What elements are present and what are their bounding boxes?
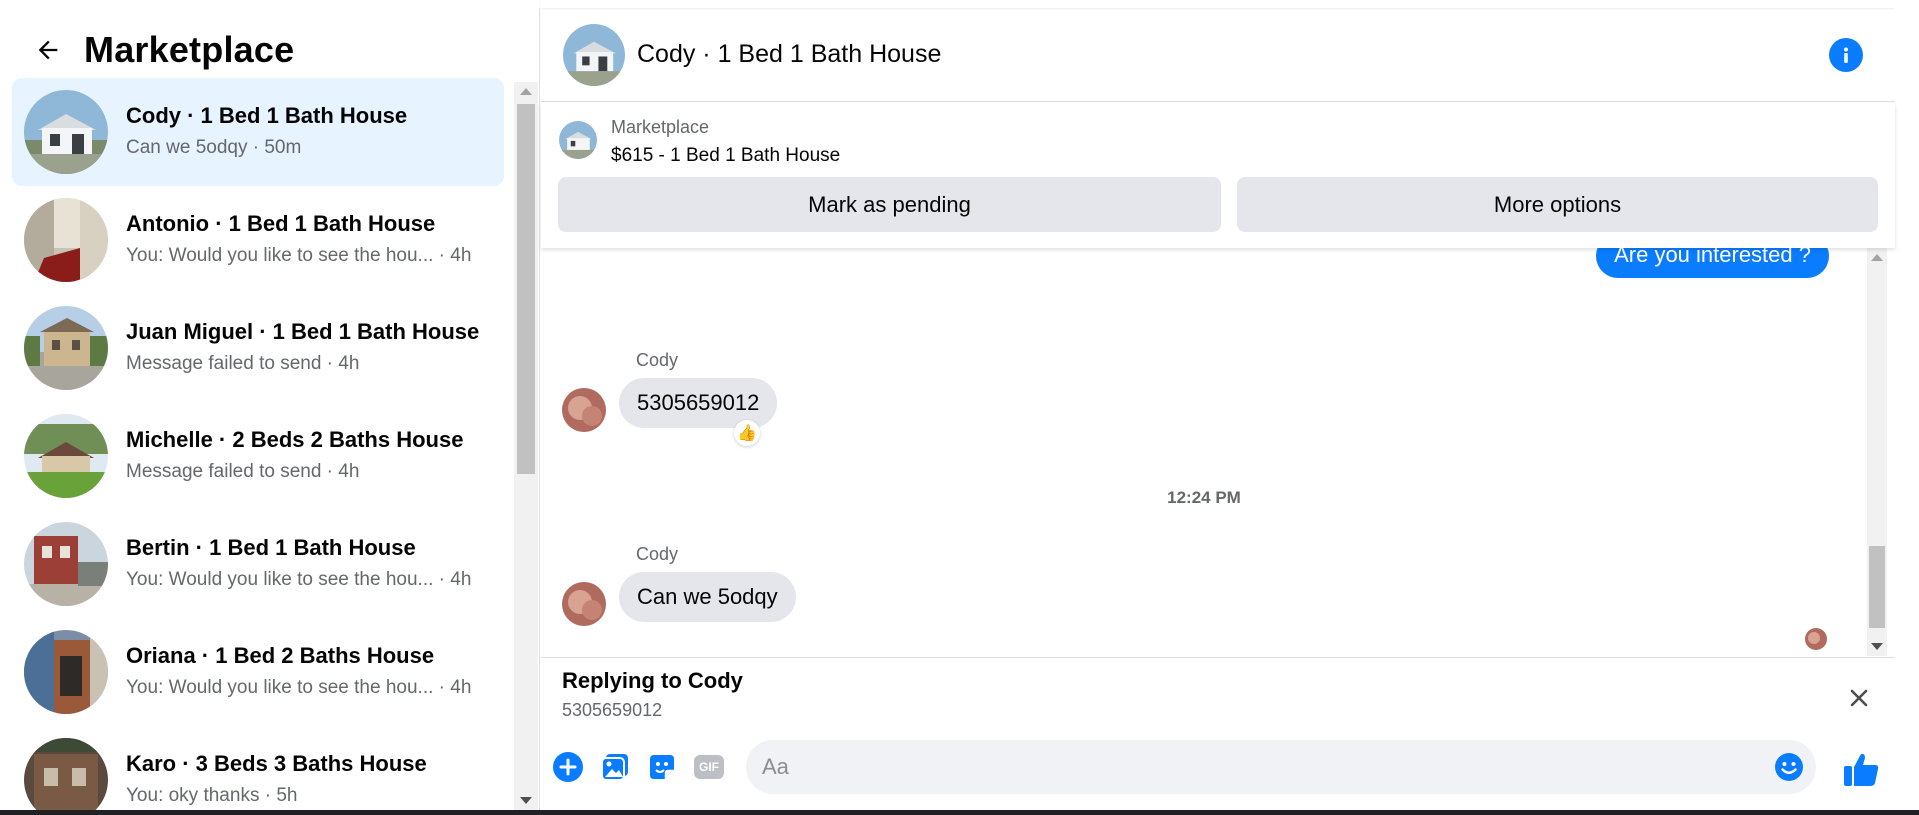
- close-reply-button[interactable]: [1845, 684, 1873, 712]
- sidebar-top-strip: [0, 0, 540, 8]
- listing-avatar: [24, 522, 108, 606]
- listing-label: Marketplace: [611, 117, 710, 137]
- chat-header: Cody · 1 Bed 1 Bath House: [541, 8, 1895, 102]
- conversation-title: Antonio · 1 Bed 1 Bath House: [126, 211, 436, 236]
- message-input-wrapper: [746, 740, 1816, 794]
- listing-avatar: [24, 198, 108, 282]
- outgoing-message-bubble[interactable]: Are you interested ?: [1596, 248, 1829, 278]
- send-like-button[interactable]: [1841, 749, 1881, 789]
- listing-banner: Marketplace $615 - 1 Bed 1 Bath House Ma…: [541, 103, 1895, 248]
- messenger-app: Marketplace Cody · 1 Bed 1 Bath House Ca…: [0, 0, 1919, 815]
- conversation-preview: You: Would you like to see the hou... · …: [126, 569, 472, 590]
- conversation-title: Cody · 1 Bed 1 Bath House: [126, 103, 408, 128]
- listing-price-title[interactable]: $615 - 1 Bed 1 Bath House: [611, 145, 840, 167]
- conversation-preview: Message failed to send · 4h: [126, 461, 360, 482]
- listing-avatar: [24, 738, 108, 810]
- sidebar-scrollbar[interactable]: [514, 82, 538, 810]
- incoming-message-bubble[interactable]: Can we 5odqy: [619, 572, 796, 622]
- more-actions-button[interactable]: [551, 750, 585, 784]
- photo-icon: [601, 754, 628, 781]
- taskbar-strip: [0, 810, 1919, 815]
- incoming-message-bubble[interactable]: 5305659012: [619, 378, 778, 428]
- conversation-list: Cody · 1 Bed 1 Bath House Can we 5odqy ·…: [12, 78, 504, 810]
- message-timestamp: 12:24 PM: [1167, 488, 1241, 507]
- listing-avatar: [24, 414, 108, 498]
- message-input[interactable]: [762, 754, 1742, 780]
- listing-thumbnail[interactable]: [559, 121, 597, 159]
- gif-button[interactable]: GIF: [692, 750, 726, 784]
- conversation-title: Michelle · 2 Beds 2 Baths House: [126, 427, 464, 452]
- conversation-item[interactable]: Oriana · 1 Bed 2 Baths House You: Would …: [12, 618, 504, 726]
- scroll-down-arrow-icon[interactable]: [1871, 643, 1883, 650]
- conversation-preview: You: oky thanks · 5h: [126, 785, 298, 806]
- gif-label: GIF: [699, 760, 719, 774]
- conversation-title: Bertin · 1 Bed 1 Bath House: [126, 535, 416, 560]
- sender-avatar[interactable]: [562, 388, 606, 432]
- sender-name: Cody: [636, 350, 679, 370]
- sender-name: Cody: [636, 544, 679, 564]
- emoji-button[interactable]: [1774, 752, 1804, 782]
- listing-avatar: [24, 630, 108, 714]
- conversation-sidebar: Marketplace Cody · 1 Bed 1 Bath House Ca…: [0, 0, 540, 815]
- info-icon: [1844, 47, 1848, 63]
- more-options-button[interactable]: More options: [1237, 177, 1878, 232]
- scrollbar-thumb[interactable]: [1869, 546, 1885, 628]
- conversation-preview: You: Would you like to see the hou... · …: [126, 245, 472, 266]
- info-button[interactable]: [1829, 38, 1863, 72]
- smiley-icon: [1775, 753, 1803, 781]
- conversation-title: Oriana · 1 Bed 2 Baths House: [126, 643, 435, 668]
- scroll-up-arrow-icon[interactable]: [520, 88, 532, 95]
- conversation-item[interactable]: Michelle · 2 Beds 2 Baths House Message …: [12, 402, 504, 510]
- close-icon: [1850, 689, 1868, 707]
- arrow-left-icon: [38, 40, 58, 60]
- seen-receipt-avatar: [1805, 628, 1827, 650]
- listing-avatar: [24, 306, 108, 390]
- chat-pane: Cody · 1 Bed 1 Bath House Marketplace $6…: [541, 0, 1895, 815]
- chat-title[interactable]: Cody · 1 Bed 1 Bath House: [637, 40, 941, 69]
- chat-top-strip: [541, 0, 1895, 8]
- attach-photo-button[interactable]: [598, 750, 632, 784]
- scroll-up-arrow-icon[interactable]: [1871, 254, 1883, 261]
- conversation-preview: You: Would you like to see the hou... · …: [126, 677, 472, 698]
- reply-quoted-text: 5305659012: [562, 700, 663, 720]
- reply-title: Replying to Cody: [562, 668, 743, 693]
- window-edge: [1895, 0, 1919, 810]
- scroll-down-arrow-icon[interactable]: [520, 797, 532, 804]
- conversation-item[interactable]: Cody · 1 Bed 1 Bath House Can we 5odqy ·…: [12, 78, 504, 186]
- conversation-title: Juan Miguel · 1 Bed 1 Bath House: [126, 319, 480, 344]
- reply-preview-bar: Replying to Cody 5305659012: [541, 657, 1895, 733]
- conversation-item[interactable]: Antonio · 1 Bed 1 Bath House You: Would …: [12, 186, 504, 294]
- thread-scrollbar[interactable]: [1867, 248, 1887, 656]
- plus-circle-icon: [553, 752, 583, 782]
- conversation-item[interactable]: Karo · 3 Beds 3 Baths House You: oky tha…: [12, 726, 504, 810]
- conversation-title: Karo · 3 Beds 3 Baths House: [126, 751, 427, 776]
- mark-as-pending-button[interactable]: Mark as pending: [558, 177, 1221, 232]
- sender-avatar[interactable]: [562, 582, 606, 626]
- conversation-item[interactable]: Juan Miguel · 1 Bed 1 Bath House Message…: [12, 294, 504, 402]
- message-composer: GIF: [541, 733, 1895, 803]
- thumbs-up-reaction-icon[interactable]: 👍: [734, 420, 760, 446]
- scrollbar-thumb[interactable]: [517, 104, 535, 474]
- conversation-preview: Can we 5odqy · 50m: [126, 137, 302, 158]
- back-button[interactable]: [22, 24, 74, 76]
- thumbs-up-icon: [1844, 753, 1879, 786]
- message-thread: Are you interested ? Cody 5305659012 👍 1…: [541, 248, 1867, 656]
- chat-avatar[interactable]: [563, 23, 625, 86]
- sidebar-header: Marketplace: [22, 22, 294, 78]
- sticker-button[interactable]: [645, 750, 679, 784]
- listing-avatar: [24, 90, 108, 174]
- conversation-item[interactable]: Bertin · 1 Bed 1 Bath House You: Would y…: [12, 510, 504, 618]
- page-title: Marketplace: [84, 29, 295, 70]
- conversation-preview: Message failed to send · 4h: [126, 353, 360, 374]
- sticker-icon: [650, 755, 674, 779]
